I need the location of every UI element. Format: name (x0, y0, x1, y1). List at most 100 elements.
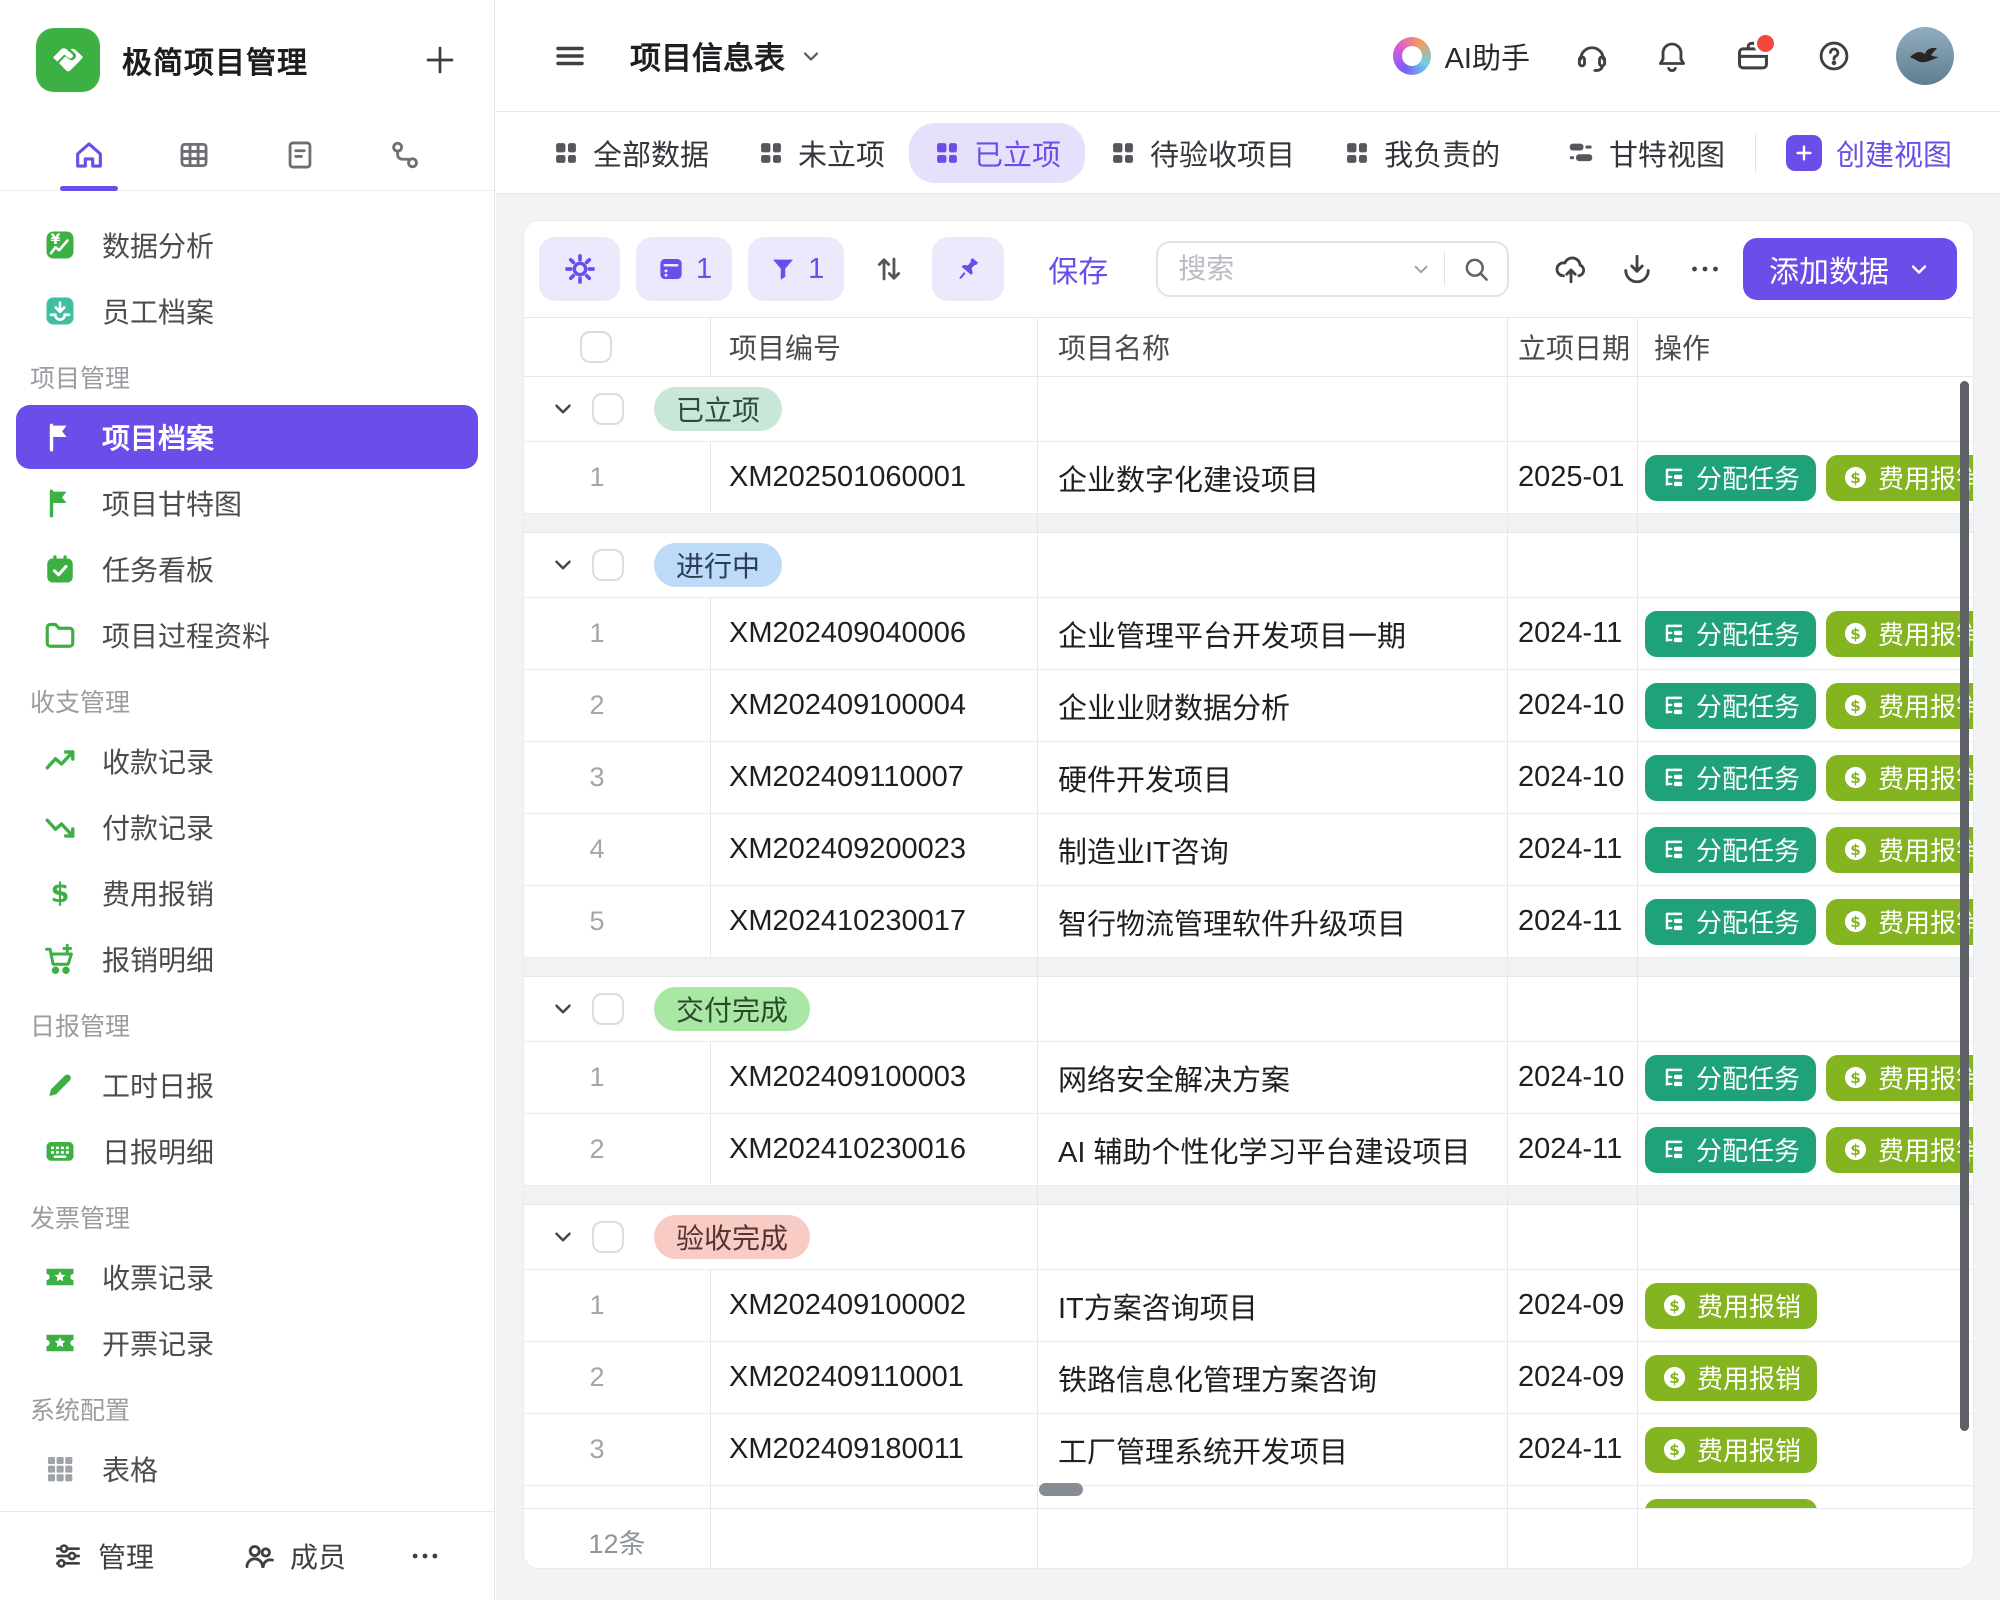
more-actions-icon[interactable] (1687, 251, 1723, 287)
group-select-checkbox[interactable] (592, 993, 624, 1025)
collapse-chevron-icon[interactable] (550, 552, 576, 578)
collapse-chevron-icon[interactable] (550, 1224, 576, 1250)
fields-config-button[interactable]: 1 (636, 237, 732, 301)
members-button[interactable]: 成员 (242, 1536, 346, 1576)
app-logo (36, 28, 100, 92)
pin-button[interactable] (932, 237, 1004, 301)
sidebar-tab-flow[interactable] (353, 120, 459, 190)
sidebar-item-费用报销[interactable]: $费用报销 (16, 861, 478, 925)
sidebar-item-日报明细[interactable]: 日报明细 (16, 1119, 478, 1183)
assign-task-button[interactable]: 分配任务 (1645, 1055, 1816, 1101)
expense-claim-button[interactable]: $费用报销 (1826, 755, 1973, 801)
settings-gear-button[interactable] (539, 237, 620, 301)
sidebar-item-数据分析[interactable]: ¥数据分析 (16, 213, 478, 277)
import-upload-icon[interactable] (1553, 251, 1589, 287)
record-count: 12条 (524, 1509, 710, 1569)
table-card: 1 1 保存 (523, 220, 1974, 1569)
ai-assistant-button[interactable]: AI助手 (1393, 35, 1530, 77)
sidebar-tab-document[interactable] (247, 120, 353, 190)
sidebar-tab-home[interactable] (36, 120, 142, 190)
add-data-button[interactable]: 添加数据 (1743, 238, 1957, 300)
tab-gantt-view[interactable]: 甘特视图 (1566, 132, 1725, 174)
expense-claim-button[interactable]: $费用报销 (1826, 611, 1973, 657)
project-name-cell: 制造业IT咨询 (1037, 814, 1507, 885)
expense-claim-button[interactable]: $费用报销 (1645, 1499, 1817, 1509)
row-actions-cell: 分配任务$费用报销 (1637, 670, 1973, 741)
expense-claim-button[interactable]: $费用报销 (1826, 1055, 1973, 1101)
filter-button[interactable]: 1 (748, 237, 844, 301)
notifications-bell-icon[interactable] (1654, 38, 1690, 74)
sidebar-item-项目档案[interactable]: 项目档案 (16, 405, 478, 469)
sidebar-item-表格[interactable]: 表格 (16, 1437, 478, 1501)
sidebar-item-任务看板[interactable]: 任务看板 (16, 537, 478, 601)
page-title-dropdown[interactable]: 项目信息表 (630, 33, 823, 78)
calendar-check-icon (42, 551, 78, 587)
sidebar-item-项目过程资料[interactable]: 项目过程资料 (16, 603, 478, 667)
svg-text:$: $ (1669, 1369, 1680, 1387)
project-code-cell: XM202409100002 (710, 1270, 1037, 1341)
start-date-cell: 2024-11 (1507, 1486, 1637, 1508)
select-all-checkbox[interactable] (580, 331, 612, 363)
manage-button[interactable]: 管理 (52, 1536, 154, 1576)
group-status-badge: 进行中 (654, 543, 782, 587)
sidebar-item-收票记录[interactable]: 收票记录 (16, 1245, 478, 1309)
sort-button[interactable] (872, 252, 906, 286)
expense-claim-button[interactable]: $费用报销 (1645, 1283, 1817, 1329)
view-tab-我负责的[interactable]: 我负责的 (1343, 132, 1500, 174)
column-header-date: 立项日期 (1507, 318, 1637, 376)
assign-task-button[interactable]: 分配任务 (1645, 611, 1816, 657)
hamburger-menu-button[interactable] (552, 38, 588, 74)
assign-task-button[interactable]: 分配任务 (1645, 1127, 1816, 1173)
expense-claim-button[interactable]: $费用报销 (1826, 683, 1973, 729)
sidebar-more-button[interactable] (408, 1539, 442, 1573)
user-avatar[interactable] (1896, 27, 1954, 85)
sidebar-item-流程[interactable]: 流程 (16, 1503, 478, 1511)
sidebar-item-开票记录[interactable]: 开票记录 (16, 1311, 478, 1375)
save-button[interactable]: 保存 (1048, 247, 1108, 291)
expense-claim-button[interactable]: $费用报销 (1645, 1427, 1817, 1473)
help-icon[interactable] (1816, 38, 1852, 74)
sidebar-item-报销明细[interactable]: 报销明细 (16, 927, 478, 991)
assign-task-button[interactable]: 分配任务 (1645, 899, 1816, 945)
sidebar-item-付款记录[interactable]: 付款记录 (16, 795, 478, 859)
headset-support-icon[interactable] (1574, 38, 1610, 74)
expense-claim-button[interactable]: $费用报销 (1826, 827, 1973, 873)
view-tab-已立项[interactable]: 已立项 (909, 123, 1085, 183)
view-tab-label: 待验收项目 (1150, 132, 1295, 174)
group-select-checkbox[interactable] (592, 549, 624, 581)
group-separator (524, 958, 1973, 977)
group-status-badge: 交付完成 (654, 987, 810, 1031)
group-select-checkbox[interactable] (592, 1221, 624, 1253)
project-code-cell: XM202409200023 (710, 814, 1037, 885)
assign-task-button[interactable]: 分配任务 (1645, 755, 1816, 801)
sidebar-tab-grid-table[interactable] (142, 120, 248, 190)
search-scope-chevron-icon[interactable] (1410, 258, 1432, 280)
assign-task-button[interactable]: 分配任务 (1645, 455, 1816, 501)
sidebar-item-工时日报[interactable]: 工时日报 (16, 1053, 478, 1117)
expense-claim-button[interactable]: $费用报销 (1826, 455, 1973, 501)
collapse-chevron-icon[interactable] (550, 396, 576, 422)
sidebar-item-员工档案[interactable]: 员工档案 (16, 279, 478, 343)
create-view-button[interactable]: 创建视图 (1786, 132, 1952, 174)
horizontal-scrollbar[interactable] (1039, 1483, 1083, 1496)
collapse-chevron-icon[interactable] (550, 996, 576, 1022)
assign-task-button[interactable]: 分配任务 (1645, 827, 1816, 873)
view-tab-待验收项目[interactable]: 待验收项目 (1109, 132, 1295, 174)
svg-text:$: $ (1850, 769, 1861, 787)
add-workspace-button[interactable] (422, 42, 458, 78)
workbench-briefcase-icon[interactable] (1734, 37, 1772, 75)
view-tab-全部数据[interactable]: 全部数据 (552, 132, 709, 174)
export-download-icon[interactable] (1619, 251, 1655, 287)
sidebar-item-收款记录[interactable]: 收款记录 (16, 729, 478, 793)
view-tab-未立项[interactable]: 未立项 (757, 132, 885, 174)
expense-claim-button[interactable]: $费用报销 (1826, 1127, 1973, 1173)
sidebar-item-项目甘特图[interactable]: 项目甘特图 (16, 471, 478, 535)
assign-task-button[interactable]: 分配任务 (1645, 683, 1816, 729)
search-input[interactable] (1158, 253, 1410, 285)
expense-claim-button[interactable]: $费用报销 (1826, 899, 1973, 945)
vertical-scrollbar[interactable] (1960, 381, 1969, 1431)
group-select-checkbox[interactable] (592, 393, 624, 425)
sidebar-icon-tabs (0, 120, 494, 191)
search-icon[interactable] (1445, 254, 1507, 284)
expense-claim-button[interactable]: $费用报销 (1645, 1355, 1817, 1401)
